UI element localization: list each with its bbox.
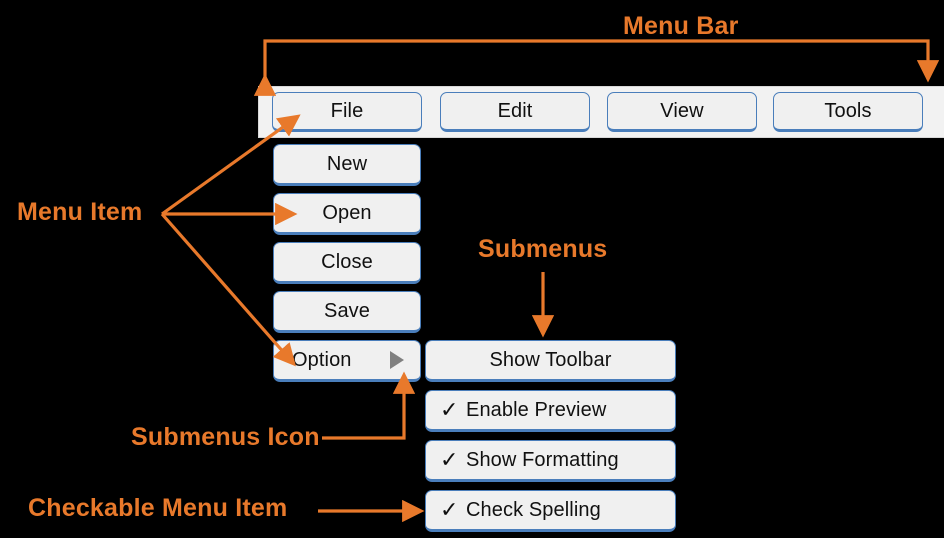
- annotation-label-submenus: Submenus: [478, 235, 608, 263]
- menubar-item-file[interactable]: File: [272, 92, 422, 132]
- menubar-item-file-label: File: [330, 99, 364, 122]
- submenu-arrow-icon: [390, 351, 404, 369]
- arrow-submenus-icon: [322, 371, 416, 440]
- submenu-item-show-toolbar-label: Show Toolbar: [489, 348, 612, 371]
- submenu-item-enable-preview[interactable]: ✓ Enable Preview: [425, 390, 676, 432]
- menu-item-new-label: New: [326, 152, 368, 175]
- menu-item-save-label: Save: [324, 299, 370, 322]
- checkmark-icon: ✓: [440, 397, 459, 422]
- submenu-item-check-spelling[interactable]: ✓ Check Spelling: [425, 490, 676, 532]
- menu-item-option-label: Option: [292, 348, 352, 371]
- menubar-item-tools[interactable]: Tools: [773, 92, 923, 132]
- annotation-label-menu-bar: Menu Bar: [623, 12, 739, 40]
- annotation-label-menu-item: Menu Item: [17, 198, 143, 226]
- checkmark-icon: ✓: [440, 447, 459, 472]
- menu-item-option[interactable]: Option: [273, 340, 421, 382]
- submenu-item-check-spelling-label: Check Spelling: [466, 498, 601, 521]
- menubar-item-view-label: View: [660, 99, 704, 122]
- menubar-item-view[interactable]: View: [607, 92, 757, 132]
- annotation-label-checkable-menu-item: Checkable Menu Item: [28, 494, 288, 522]
- submenu-item-show-toolbar[interactable]: Show Toolbar: [425, 340, 676, 382]
- submenu-item-enable-preview-label: Enable Preview: [466, 398, 607, 421]
- submenu-item-show-formatting-label: Show Formatting: [466, 448, 619, 471]
- menu-item-new[interactable]: New: [273, 144, 421, 186]
- menubar-item-tools-label: Tools: [824, 99, 872, 122]
- arrow-menu-item-option: [160, 212, 296, 367]
- menu-item-close[interactable]: Close: [273, 242, 421, 284]
- menubar-item-edit-label: Edit: [497, 99, 533, 122]
- checkmark-icon: ✓: [440, 497, 459, 522]
- menu-item-open[interactable]: Open: [273, 193, 421, 235]
- arrow-menu-bar: [253, 39, 940, 96]
- annotation-label-submenus-icon: Submenus Icon: [131, 423, 320, 451]
- menubar-item-edit[interactable]: Edit: [440, 92, 590, 132]
- menu-item-open-label: Open: [322, 201, 372, 224]
- submenu-item-show-formatting[interactable]: ✓ Show Formatting: [425, 440, 676, 482]
- menu-item-save[interactable]: Save: [273, 291, 421, 333]
- menu-item-close-label: Close: [321, 250, 373, 273]
- diagram-canvas: File Edit View Tools New Open Close Save…: [0, 0, 944, 538]
